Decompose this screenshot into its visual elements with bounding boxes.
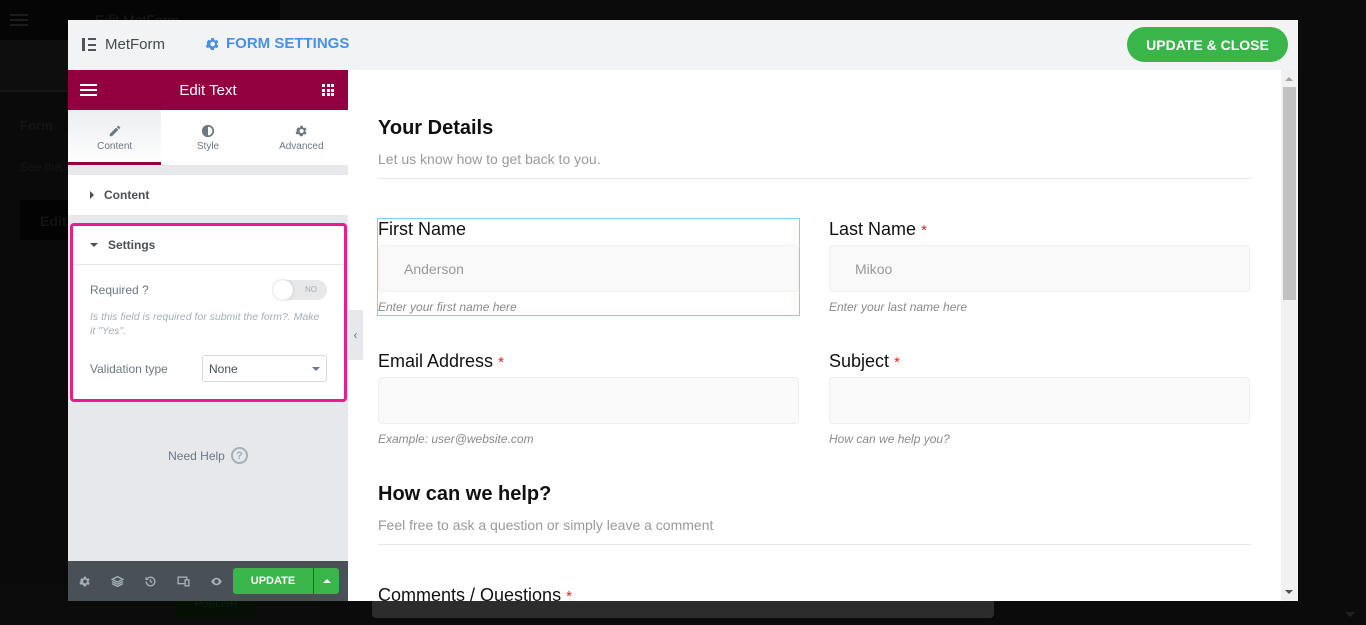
field-label: Comments / Questions * — [378, 585, 799, 601]
backdrop-menu-icon — [10, 14, 28, 26]
email-input[interactable] — [378, 377, 799, 424]
chevron-left-icon: ‹ — [353, 328, 358, 342]
scroll-up-icon[interactable] — [1285, 77, 1293, 81]
chevron-down-icon — [312, 366, 320, 371]
section-subheading: Feel free to ask a question or simply le… — [378, 517, 714, 533]
scroll-down-icon[interactable] — [1285, 590, 1293, 594]
preview-scrollbar[interactable] — [1281, 70, 1298, 601]
field-help: Example: user@website.com — [378, 432, 534, 446]
tab-label: Content — [97, 140, 133, 152]
need-help-label: Need Help — [168, 448, 225, 463]
required-mark: * — [921, 222, 927, 239]
tab-style[interactable]: Style — [161, 110, 254, 165]
tab-label: Style — [196, 140, 220, 152]
update-options-button[interactable] — [314, 568, 339, 594]
divider — [378, 544, 1251, 545]
caret-down-icon — [90, 243, 98, 247]
last-name-input[interactable]: Mikoo — [829, 245, 1250, 292]
caret-up-icon — [322, 579, 331, 583]
required-mark: * — [894, 354, 900, 371]
panel-footer: UPDATE — [68, 561, 348, 601]
panel-title: Edit Text — [179, 81, 237, 99]
need-help-link[interactable]: Need Help ? — [68, 447, 348, 464]
tab-advanced[interactable]: Advanced — [255, 110, 348, 165]
logo-text: MetForm — [105, 36, 165, 53]
elementor-logo-icon — [82, 38, 96, 51]
pencil-icon — [109, 125, 120, 136]
subject-input[interactable] — [829, 377, 1250, 424]
form-settings-label: FORM SETTINGS — [226, 35, 350, 52]
section-content-toggle[interactable]: Content — [68, 175, 348, 215]
history-icon[interactable] — [134, 575, 167, 588]
toggle-knob — [273, 280, 293, 300]
toggle-state-label: NO — [305, 285, 317, 294]
layers-icon[interactable] — [101, 575, 134, 588]
panel-tabs: Content Style Advanced — [68, 110, 348, 165]
required-mark: * — [498, 354, 504, 371]
tab-content[interactable]: Content — [68, 110, 162, 165]
gear-icon — [295, 125, 307, 136]
gear-icon — [205, 37, 219, 50]
first-name-field[interactable]: First Name Anderson Enter your first nam… — [377, 218, 800, 316]
field-label: Subject * — [829, 351, 900, 371]
form-settings-button[interactable]: FORM SETTINGS — [204, 35, 349, 52]
divider — [378, 178, 1251, 179]
tab-label: Advanced — [279, 140, 324, 152]
field-label: Last Name * — [829, 219, 927, 239]
settings-icon[interactable] — [68, 575, 101, 588]
last-name-field: Last Name * Mikoo Enter your last name h… — [829, 219, 1250, 314]
email-field: Email Address * Example: user@website.co… — [378, 351, 799, 446]
section-subheading: Let us know how to get back to you. — [378, 151, 601, 167]
form-editor-modal: MetForm FORM SETTINGS UPDATE & CLOSE Edi… — [68, 20, 1298, 601]
section-settings: Settings Required ? NO Is this field is … — [70, 223, 347, 402]
update-close-button[interactable]: UPDATE & CLOSE — [1127, 27, 1288, 62]
section-heading: How can we help? — [378, 483, 552, 505]
section-label: Content — [104, 188, 150, 202]
half-circle-icon — [201, 124, 215, 137]
first-name-input[interactable]: Anderson — [378, 245, 799, 292]
section-settings-toggle[interactable]: Settings — [73, 226, 344, 265]
required-hint: Is this field is required for submit the… — [90, 311, 320, 337]
widgets-grid-icon[interactable] — [322, 84, 334, 96]
responsive-icon[interactable] — [167, 575, 200, 588]
section-heading: Your Details — [378, 117, 494, 139]
editor-panel: Edit Text Content Style Advanced Content… — [68, 70, 348, 601]
section-content: Content — [68, 175, 348, 215]
field-help: Enter your last name here — [829, 300, 968, 314]
scrollbar-thumb[interactable] — [1283, 87, 1296, 300]
validation-type-select[interactable]: None — [202, 355, 327, 382]
field-label: Email Address * — [378, 351, 504, 371]
validation-control: Validation type None — [73, 355, 344, 382]
section-label: Settings — [108, 238, 156, 252]
validation-label: Validation type — [90, 361, 168, 376]
validation-value: None — [209, 361, 238, 376]
comments-field: Comments / Questions * — [378, 585, 799, 601]
required-mark: * — [566, 588, 572, 601]
metform-logo: MetForm — [82, 36, 165, 53]
field-help: Enter your first name here — [378, 300, 517, 314]
panel-header: Edit Text — [68, 70, 348, 110]
backdrop-section: Form — [20, 118, 53, 133]
required-toggle[interactable]: NO — [273, 280, 327, 300]
form-preview: Your Details Let us know how to get back… — [348, 70, 1298, 601]
hamburger-menu-icon[interactable] — [80, 84, 97, 96]
field-label: First Name — [378, 219, 467, 239]
field-help: How can we help you? — [829, 432, 950, 446]
subject-field: Subject * How can we help you? — [829, 351, 1250, 446]
update-button[interactable]: UPDATE — [233, 568, 313, 594]
preview-eye-icon[interactable] — [200, 575, 233, 588]
required-label: Required ? — [90, 283, 149, 297]
backdrop-scroll-down-icon — [1345, 612, 1355, 617]
question-icon: ? — [230, 447, 248, 464]
collapse-panel-button[interactable]: ‹ — [348, 310, 363, 360]
modal-header: MetForm FORM SETTINGS UPDATE & CLOSE — [68, 20, 1298, 70]
caret-right-icon — [90, 191, 94, 199]
required-control: Required ? NO — [73, 280, 344, 300]
